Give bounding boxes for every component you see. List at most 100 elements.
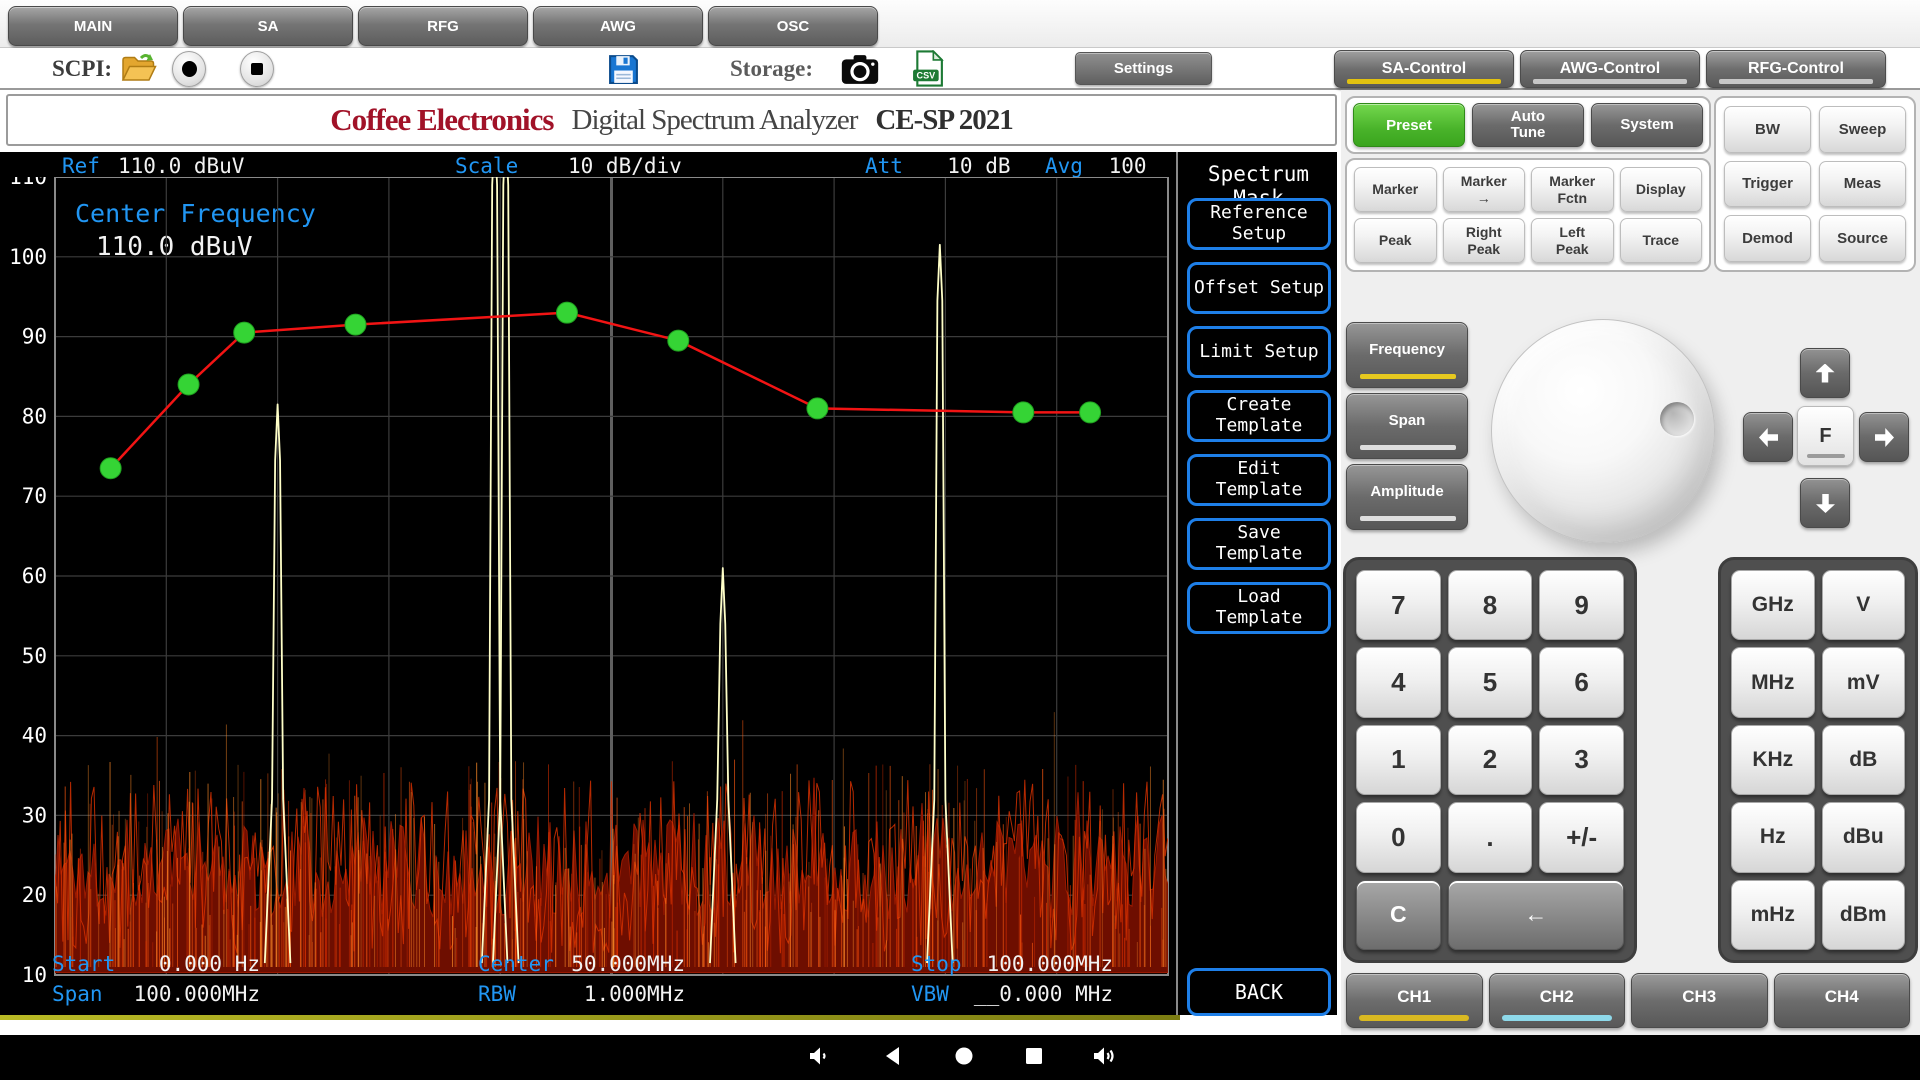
channel-tab-label: CH3 xyxy=(1682,987,1716,1007)
top-tab-osc[interactable]: OSC xyxy=(708,6,878,46)
unit-key-khz[interactable]: KHz xyxy=(1731,725,1815,795)
button-peak[interactable]: Peak xyxy=(1354,218,1437,263)
unit-key-db[interactable]: dB xyxy=(1822,725,1906,795)
key-7[interactable]: 7 xyxy=(1356,570,1441,640)
mask-button-offset-setup[interactable]: Offset Setup xyxy=(1187,262,1331,314)
key-9[interactable]: 9 xyxy=(1539,570,1624,640)
unit-key-dbm[interactable]: dBm xyxy=(1822,880,1906,950)
display-bottom-strip xyxy=(0,1015,1180,1020)
button-display[interactable]: Display xyxy=(1620,167,1703,212)
camera-screenshot-icon[interactable] xyxy=(840,54,880,90)
top-tab-awg[interactable]: AWG xyxy=(533,6,703,46)
span-value: 100.000MHz xyxy=(95,982,260,1006)
unit-key-ghz[interactable]: GHz xyxy=(1731,570,1815,640)
key-3[interactable]: 3 xyxy=(1539,725,1624,795)
preset-button-row: Preset Auto Tune System xyxy=(1345,96,1711,154)
mask-button-load-template[interactable]: Load Template xyxy=(1187,582,1331,634)
axis-button-frequency[interactable]: Frequency xyxy=(1346,322,1468,388)
button-trace[interactable]: Trace xyxy=(1620,218,1703,263)
top-tab-main[interactable]: MAIN xyxy=(8,6,178,46)
rotary-knob[interactable] xyxy=(1491,319,1715,543)
unit-key-hz[interactable]: Hz xyxy=(1731,802,1815,872)
key-decimal[interactable]: . xyxy=(1448,802,1533,872)
home-icon[interactable] xyxy=(954,1046,974,1071)
att-label: Att xyxy=(865,154,903,178)
volume-up-icon[interactable] xyxy=(1092,1046,1118,1071)
volume-down-icon[interactable] xyxy=(808,1046,832,1071)
button-demod[interactable]: Demod xyxy=(1724,215,1811,262)
title-bar: Coffee Electronics Digital Spectrum Anal… xyxy=(6,94,1337,146)
button-sweep[interactable]: Sweep xyxy=(1819,106,1906,153)
mask-button-save-template[interactable]: Save Template xyxy=(1187,518,1331,570)
key-clear[interactable]: C xyxy=(1356,880,1441,950)
axis-button-span[interactable]: Span xyxy=(1346,393,1468,459)
axis-button-amplitude[interactable]: Amplitude xyxy=(1346,464,1468,530)
button-meas[interactable]: Meas xyxy=(1819,161,1906,208)
preset-button[interactable]: Preset xyxy=(1353,103,1465,147)
key-8[interactable]: 8 xyxy=(1448,570,1533,640)
f-key-button[interactable]: F xyxy=(1797,406,1854,466)
down-arrow-button[interactable] xyxy=(1800,478,1850,528)
ref-label: Ref xyxy=(62,154,100,178)
auto-tune-button[interactable]: Auto Tune xyxy=(1472,103,1584,147)
key-plus-minus[interactable]: +/- xyxy=(1539,802,1624,872)
channel-tab-ch3[interactable]: CH3 xyxy=(1631,973,1768,1028)
left-arrow-button[interactable] xyxy=(1743,412,1793,462)
folder-open-icon[interactable] xyxy=(120,52,158,89)
control-tab-label: AWG-Control xyxy=(1560,60,1660,78)
back-button[interactable]: BACK xyxy=(1187,968,1331,1016)
save-icon[interactable] xyxy=(607,53,640,91)
key-0[interactable]: 0 xyxy=(1356,802,1441,872)
unit-key-dbu[interactable]: dBu xyxy=(1822,802,1906,872)
stop-button[interactable] xyxy=(240,51,274,87)
control-tab-sa-control[interactable]: SA-Control xyxy=(1334,50,1514,88)
key-2[interactable]: 2 xyxy=(1448,725,1533,795)
control-tab-awg-control[interactable]: AWG-Control xyxy=(1520,50,1700,88)
key-1[interactable]: 1 xyxy=(1356,725,1441,795)
mask-button-reference-setup[interactable]: Reference Setup xyxy=(1187,198,1331,250)
right-arrow-button[interactable] xyxy=(1859,412,1909,462)
record-button[interactable] xyxy=(172,51,206,87)
back-icon[interactable] xyxy=(884,1046,904,1071)
button-source[interactable]: Source xyxy=(1819,215,1906,262)
up-arrow-button[interactable] xyxy=(1800,348,1850,398)
mask-button-create-template[interactable]: Create Template xyxy=(1187,390,1331,442)
key-4[interactable]: 4 xyxy=(1356,647,1441,717)
unit-key-mv[interactable]: mV xyxy=(1822,647,1906,717)
top-tab-row: MAINSARFGAWGOSC xyxy=(8,6,878,46)
mask-menu-buttons: Reference Setup Offset Setup Limit Setup Cr… xyxy=(1187,198,1331,634)
axis-button-underline xyxy=(1360,516,1456,521)
scale-label: Scale xyxy=(455,154,518,178)
control-tab-label: SA-Control xyxy=(1382,60,1466,78)
key-6[interactable]: 6 xyxy=(1539,647,1624,717)
channel-tab-ch4[interactable]: CH4 xyxy=(1774,973,1911,1028)
start-value: 0.000 Hz xyxy=(95,952,260,976)
button-trigger[interactable]: Trigger xyxy=(1724,161,1811,208)
control-tab-rfg-control[interactable]: RFG-Control xyxy=(1706,50,1886,88)
top-tab-sa[interactable]: SA xyxy=(183,6,353,46)
button-marker-fctn[interactable]: Marker Fctn xyxy=(1531,167,1614,212)
svg-text:30: 30 xyxy=(22,803,47,827)
button-marker-arrow[interactable]: Marker → xyxy=(1443,167,1526,212)
unit-key-v[interactable]: V xyxy=(1822,570,1906,640)
settings-button[interactable]: Settings xyxy=(1075,52,1212,85)
key-backspace[interactable]: ← xyxy=(1448,880,1624,950)
key-5[interactable]: 5 xyxy=(1448,647,1533,717)
marker-panel: MarkerMarker →Marker FctnDisplay PeakRigh… xyxy=(1345,158,1711,272)
button-right-peak[interactable]: Right Peak xyxy=(1443,218,1526,263)
button-bw[interactable]: BW xyxy=(1724,106,1811,153)
unit-key-mhz[interactable]: mHz xyxy=(1731,880,1815,950)
mask-button-limit-setup[interactable]: Limit Setup xyxy=(1187,326,1331,378)
button-marker[interactable]: Marker xyxy=(1354,167,1437,212)
button-left-peak[interactable]: Left Peak xyxy=(1531,218,1614,263)
mask-button-edit-template[interactable]: Edit Template xyxy=(1187,454,1331,506)
system-button[interactable]: System xyxy=(1591,103,1703,147)
unit-key-mhz[interactable]: MHz xyxy=(1731,647,1815,717)
channel-tab-ch1[interactable]: CH1 xyxy=(1346,973,1483,1028)
recents-icon[interactable] xyxy=(1024,1046,1044,1071)
avg-value: _100 xyxy=(1096,154,1147,178)
csv-export-icon[interactable]: CSV xyxy=(912,50,944,92)
channel-tab-label: CH4 xyxy=(1825,987,1859,1007)
channel-tab-ch2[interactable]: CH2 xyxy=(1489,973,1626,1028)
top-tab-rfg[interactable]: RFG xyxy=(358,6,528,46)
